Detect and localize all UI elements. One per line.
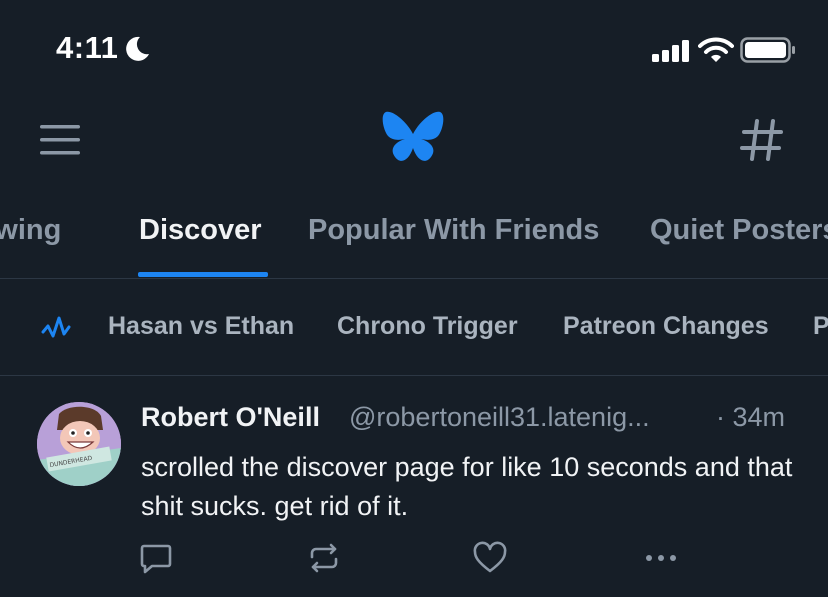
bluesky-butterfly-logo[interactable] bbox=[381, 108, 445, 168]
trending-topic[interactable]: Hasan vs Ethan bbox=[108, 312, 294, 341]
hamburger-menu-icon[interactable] bbox=[38, 120, 82, 160]
repost-icon[interactable] bbox=[306, 540, 342, 576]
trending-topics-bar: Hasan vs Ethan Chrono Trigger Patreon Ch… bbox=[0, 279, 828, 375]
avatar[interactable]: DUNDERHEAD bbox=[37, 402, 121, 486]
moon-icon bbox=[126, 36, 149, 61]
more-options-icon[interactable] bbox=[643, 540, 679, 576]
hashtag-icon[interactable] bbox=[740, 117, 784, 163]
tab-popular-with-friends[interactable]: Popular With Friends bbox=[308, 214, 599, 247]
trending-topic[interactable]: Chrono Trigger bbox=[337, 312, 518, 341]
author-name[interactable]: Robert O'Neill bbox=[141, 402, 320, 433]
cellular-signal-icon bbox=[652, 40, 689, 62]
trending-topic[interactable]: P bbox=[813, 312, 828, 341]
tab-discover[interactable]: Discover bbox=[139, 214, 262, 247]
wifi-icon bbox=[698, 37, 734, 62]
post-author-line: Robert O'Neill @robertoneill31.latenig..… bbox=[141, 400, 811, 440]
trending-topic[interactable]: Patreon Changes bbox=[563, 312, 769, 341]
battery-icon bbox=[740, 37, 795, 63]
trending-divider bbox=[0, 375, 828, 376]
tab-quiet-posters[interactable]: Quiet Posters bbox=[650, 214, 828, 247]
author-handle[interactable]: @robertoneill31.latenig... bbox=[349, 402, 650, 433]
feed-tabs: Following Discover Popular With Friends … bbox=[0, 200, 828, 278]
like-heart-icon[interactable] bbox=[472, 540, 508, 576]
tab-following[interactable]: Following bbox=[0, 214, 61, 247]
post-timestamp[interactable]: · 34m bbox=[716, 402, 785, 433]
trending-icon bbox=[41, 316, 71, 338]
active-tab-indicator bbox=[138, 272, 268, 277]
reply-icon[interactable] bbox=[138, 540, 174, 576]
status-time: 4:11 bbox=[56, 30, 119, 65]
post-text: scrolled the discover page for like 10 s… bbox=[141, 452, 793, 521]
